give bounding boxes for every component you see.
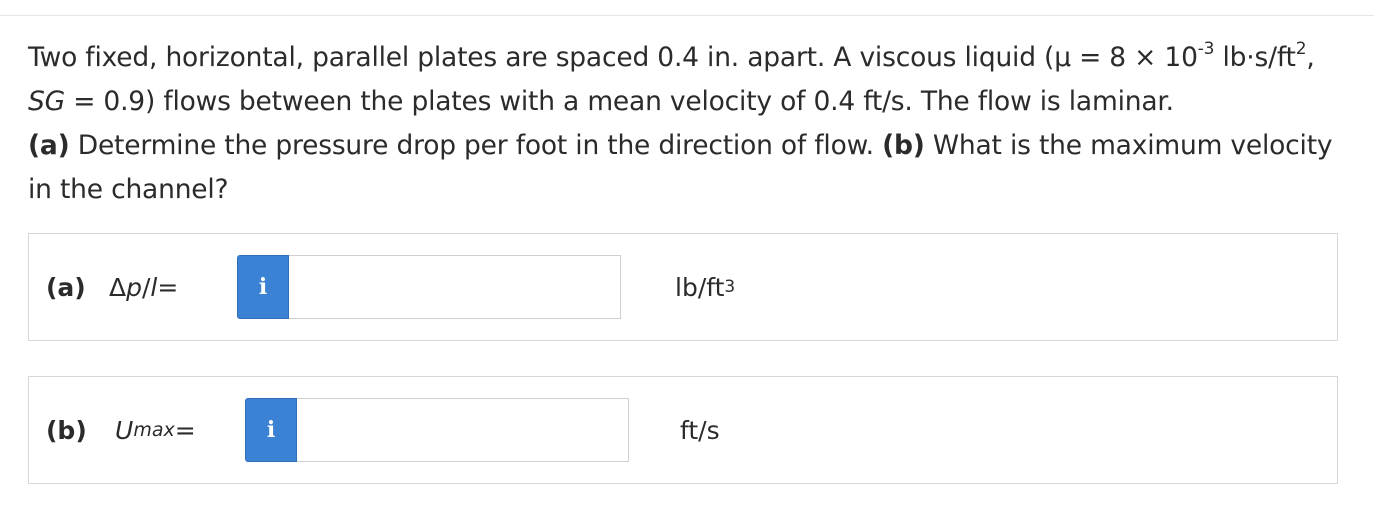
question-part: lb·s/ft — [1214, 42, 1296, 73]
exponent: -3 — [1197, 39, 1215, 59]
unit-base: lb/ft — [675, 272, 725, 302]
top-divider — [0, 15, 1374, 16]
formula-equals: = — [157, 272, 179, 302]
question-part: Two fixed, horizontal, parallel plates a… — [28, 42, 1198, 73]
question-part: , — [1306, 42, 1315, 73]
formula-var-l: l — [150, 272, 158, 302]
formula-label: Umax = — [115, 415, 196, 445]
answer-input-b[interactable] — [297, 398, 629, 462]
info-icon[interactable]: i — [237, 255, 289, 319]
sg-symbol: SG — [28, 86, 65, 117]
question-part: = 0.9) flows between the plates with a m… — [64, 86, 1174, 117]
question-text: Two fixed, horizontal, parallel plates a… — [28, 36, 1348, 212]
question-part: Determine the pressure drop per foot in … — [69, 130, 883, 161]
formula-var-u: U — [115, 415, 134, 445]
formula-equals: = — [174, 415, 196, 445]
formula-delta: Δ — [109, 272, 127, 302]
part-label: (a) — [46, 272, 86, 302]
unit-base: ft/s — [680, 415, 720, 445]
answer-input-a[interactable] — [289, 255, 621, 319]
unit-label: ft/s — [680, 377, 720, 483]
unit-label: lb/ft 3 — [675, 272, 736, 302]
info-icon[interactable]: i — [245, 398, 297, 462]
part-a-tag: (a) — [28, 130, 70, 161]
formula-slash: / — [141, 272, 151, 302]
exponent: 2 — [1295, 39, 1307, 59]
part-b-tag: (b) — [882, 130, 925, 161]
formula-var-p: p — [126, 272, 142, 302]
answer-row-b: (b) Umax = i ft/s — [28, 376, 1338, 484]
formula-label: Δp / l = — [109, 234, 178, 340]
part-label: (b) — [46, 415, 87, 445]
answer-row-a: (a) Δp / l = i lb/ft 3 — [28, 233, 1338, 341]
